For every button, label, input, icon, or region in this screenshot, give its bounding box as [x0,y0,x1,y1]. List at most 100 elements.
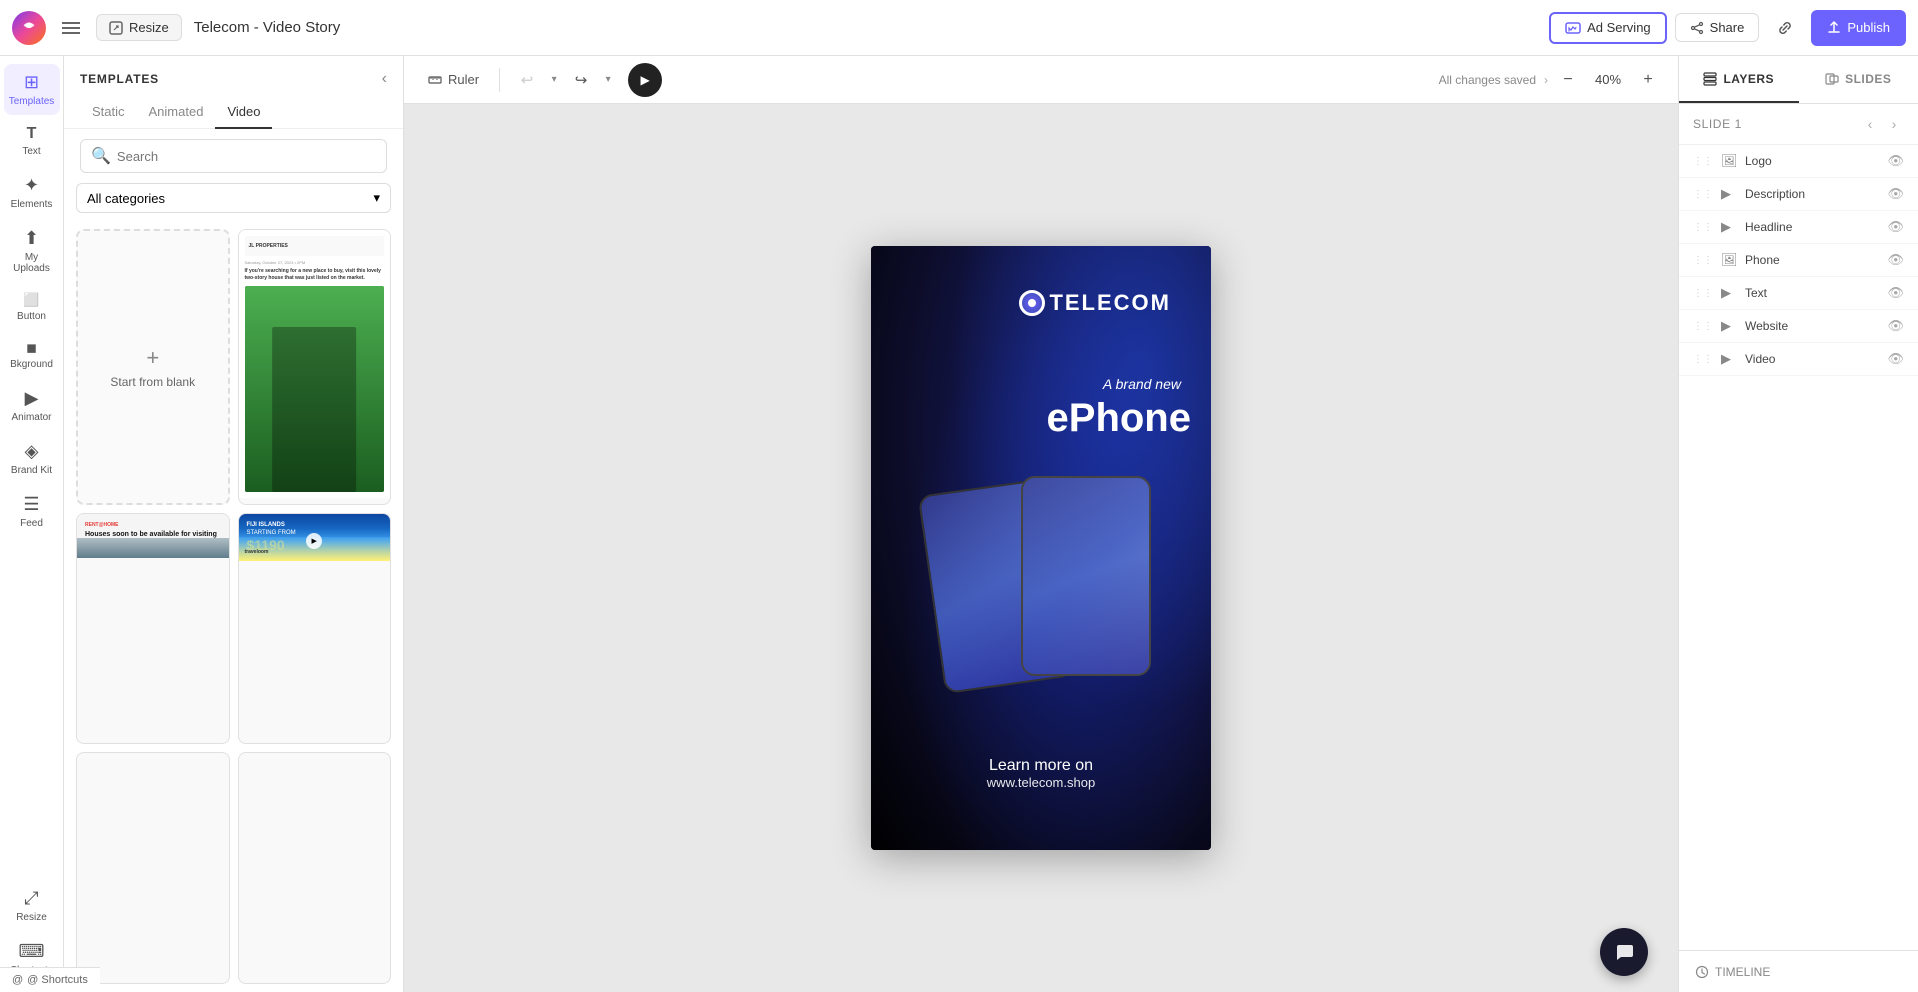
canvas-cta-text: Learn more on [871,757,1211,775]
drag-handle-icon: ⋮⋮ [1693,288,1713,299]
ruler-button[interactable]: Ruler [420,68,487,91]
ad-serving-button[interactable]: Ad Serving [1549,12,1667,44]
tab-video[interactable]: Video [215,96,272,129]
chat-fab-button[interactable] [1600,928,1648,976]
sidebar-item-animator[interactable]: ▶ Animator [4,380,60,431]
zoom-controls: All changes saved › − 40% + [1427,66,1662,94]
search-input-wrap[interactable]: 🔍 [80,139,387,173]
slide-prev-button[interactable]: ‹ [1860,114,1880,134]
slide-next-button[interactable]: › [1884,114,1904,134]
save-status: All changes saved › [1439,73,1548,87]
drag-handle-icon: ⋮⋮ [1693,321,1713,332]
zoom-out-button[interactable]: − [1554,66,1582,94]
button-icon: ⬜ [23,292,39,308]
layer-item-text[interactable]: ⋮⋮ ▶ Text 👁 [1679,277,1918,310]
category-select[interactable]: All categories ▾ [76,183,391,213]
canvas-headline: ePhone [1047,396,1191,441]
share-button[interactable]: Share [1675,13,1760,42]
shortcuts-label: @ Shortcuts [27,974,88,986]
layer-item-video[interactable]: ⋮⋮ ▶ Video 👁 [1679,343,1918,376]
sidebar-item-resize[interactable]: ⤢ Resize [4,880,60,931]
undo-button[interactable]: ↩ [512,65,542,95]
redo-button[interactable]: ↪ [566,65,596,95]
search-input[interactable] [117,149,376,164]
zoom-in-button[interactable]: + [1634,66,1662,94]
search-bar: 🔍 [64,129,403,183]
plus-icon: + [146,345,159,371]
image-type-icon: 🖼 [1721,153,1737,169]
tab-animated[interactable]: Animated [137,96,216,129]
sidebar-item-uploads[interactable]: ⬆ My Uploads [4,220,60,282]
layer-item-website[interactable]: ⋮⋮ ▶ Website 👁 [1679,310,1918,343]
layer-item-headline[interactable]: ⋮⋮ ▶ Headline 👁 [1679,211,1918,244]
template-card-real-estate[interactable]: JL PROPERTIES Saturday, October 27, 2023… [238,229,392,505]
feed-icon: ☰ [23,494,39,515]
layer-item-phone[interactable]: ⋮⋮ 🖼 Phone 👁 [1679,244,1918,277]
animator-icon: ▶ [25,388,39,409]
left-sidebar: ⊞ Templates T Text ✦ Elements ⬆ My Uploa… [0,56,64,992]
undo-dropdown[interactable]: ▾ [546,65,562,95]
tab-layers[interactable]: LAYERS [1679,56,1799,103]
image-type-icon: 🖼 [1721,252,1737,268]
layer-item-description[interactable]: ⋮⋮ ▶ Description 👁 [1679,178,1918,211]
layer-visibility-text[interactable]: 👁 [1887,285,1904,301]
redo-dropdown[interactable]: ▾ [600,65,616,95]
layer-visibility-logo[interactable]: 👁 [1887,153,1904,169]
template-card-workout[interactable]: ★★★★★ 20-MINUTE WORKOUT PLANS FOR BUSY M… [238,752,392,984]
layer-name-text: Text [1745,286,1879,300]
blank-template[interactable]: + Start from blank [76,229,230,505]
phone-front [1021,476,1151,676]
canvas-cta: Learn more on www.telecom.shop [871,757,1211,790]
link-button[interactable] [1767,10,1803,46]
layer-visibility-headline[interactable]: 👁 [1887,219,1904,235]
background-icon: ◼ [26,340,37,356]
canvas-logo: TELECOM [1019,290,1171,316]
canvas-area: Ruler ↩ ▾ ↪ ▾ ▶ All changes saved › − 40… [404,56,1678,992]
canvas-frame: TELECOM A brand new ePhone [871,246,1211,850]
shortcuts-icon: ⌨ [19,941,45,962]
ad-serving-label: Ad Serving [1587,20,1651,35]
drag-handle-icon: ⋮⋮ [1693,354,1713,365]
layer-name-website: Website [1745,319,1879,333]
video-type-icon: ▶ [1721,219,1737,235]
sidebar-item-text[interactable]: T Text [4,117,60,165]
slide-section-header: SLIDE 1 ‹ › [1679,104,1918,145]
template-card-rent[interactable]: RENT@HOME Houses soon to be available fo… [76,513,230,745]
tab-slides[interactable]: SLIDES [1799,56,1918,103]
sidebar-item-feed[interactable]: ☰ Feed [4,486,60,537]
right-panel: LAYERS SLIDES SLIDE 1 ‹ › ⋮⋮ 🖼 Log [1678,56,1918,992]
undo-redo-group: ↩ ▾ ↪ ▾ [512,65,616,95]
layer-name-video: Video [1745,352,1879,366]
text-icon: T [27,125,37,143]
main-content: ⊞ Templates T Text ✦ Elements ⬆ My Uploa… [0,56,1918,992]
layer-visibility-phone[interactable]: 👁 [1887,252,1904,268]
layer-visibility-website[interactable]: 👁 [1887,318,1904,334]
drag-handle-icon: ⋮⋮ [1693,222,1713,233]
ruler-label: Ruler [448,72,479,87]
canvas-viewport[interactable]: TELECOM A brand new ePhone [404,104,1678,992]
resize-button[interactable]: Resize [96,14,182,41]
hamburger-button[interactable] [58,15,84,41]
play-button[interactable]: ▶ [628,63,662,97]
sidebar-item-elements[interactable]: ✦ Elements [4,167,60,218]
template-card-trip[interactable]: Don't cancel your trip. Reschedule. Sear… [76,752,230,984]
template-card-fiji[interactable]: FIJI ISLANDS STARTING FROM $1190 ▶ trave… [238,513,392,745]
zoom-level[interactable]: 40% [1588,72,1628,87]
sidebar-item-button[interactable]: ⬜ Button [4,284,60,330]
layer-visibility-description[interactable]: 👁 [1887,186,1904,202]
panel-close-button[interactable]: ‹ [382,70,387,88]
sidebar-item-brandkit[interactable]: ◈ Brand Kit [4,433,60,484]
logo-text: TELECOM [1049,290,1171,316]
drag-handle-icon: ⋮⋮ [1693,189,1713,200]
publish-button[interactable]: Publish [1811,10,1906,46]
tab-static[interactable]: Static [80,96,137,129]
layer-visibility-video[interactable]: 👁 [1887,351,1904,367]
app-logo[interactable] [12,11,46,45]
sidebar-item-background[interactable]: ◼ Bkground [4,332,60,378]
right-panel-tabs: LAYERS SLIDES [1679,56,1918,104]
shortcuts-bar[interactable]: @ @ Shortcuts [0,967,100,992]
blank-label: Start from blank [110,375,195,389]
drag-handle-icon: ⋮⋮ [1693,255,1713,266]
layer-item-logo[interactable]: ⋮⋮ 🖼 Logo 👁 [1679,145,1918,178]
sidebar-item-templates[interactable]: ⊞ Templates [4,64,60,115]
